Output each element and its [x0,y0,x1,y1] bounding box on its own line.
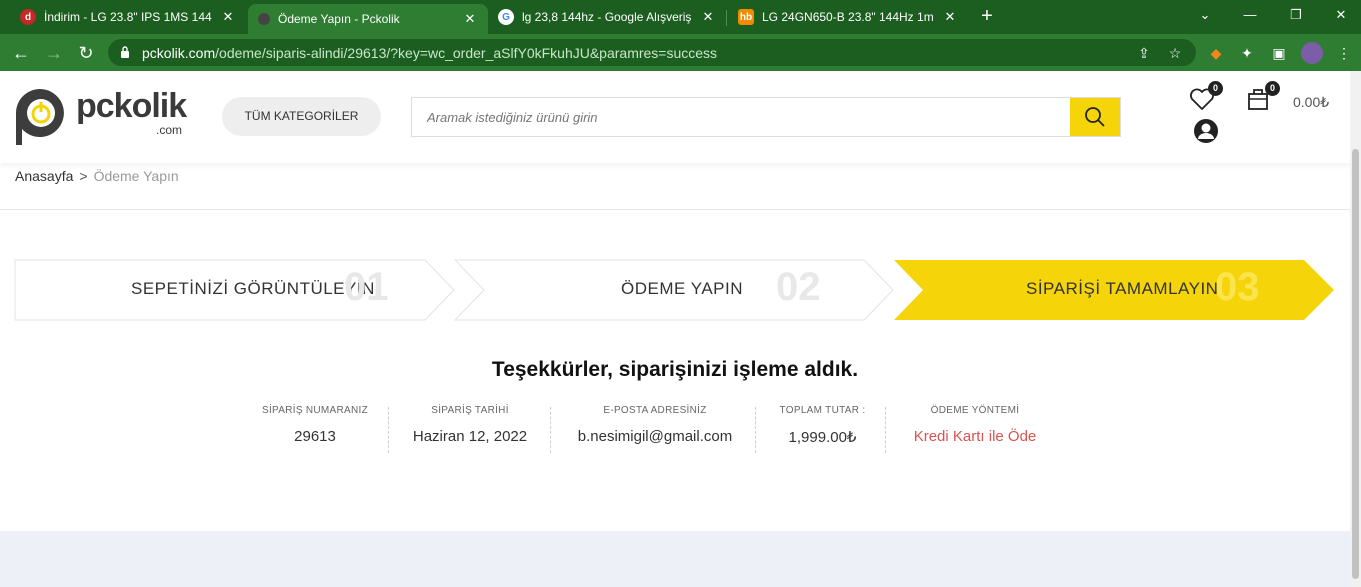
address-bar[interactable]: pckolik.com/odeme/siparis-alindi/29613/?… [108,39,1196,66]
detail-divider [885,407,886,453]
url-text: pckolik.com/odeme/siparis-alindi/29613/?… [142,45,717,61]
pckolik-logo-icon [16,89,64,145]
new-tab-button[interactable]: + [976,5,998,27]
search-input[interactable] [412,98,1072,136]
step-number: 01 [344,265,389,309]
forward-icon[interactable]: → [41,40,67,66]
logo-subtext: .com [156,123,183,137]
breadcrumb: Anasayfa > Ödeme Yapın [15,168,179,184]
detail-label: ÖDEME YÖNTEMİ [930,405,1020,416]
browser-tab-strip: d İndirim - LG 23.8" IPS 1MS 144MHz ✕ Öd… [0,0,1361,34]
browser-toolbar: ← → ↻ pckolik.com/odeme/siparis-alindi/2… [0,34,1361,71]
pckolik-icon [258,13,270,25]
detail-divider [550,407,551,453]
step-label: SİPARİŞİ TAMAMLAYIN [1026,279,1219,298]
detail-label: E-POSTA ADRESİNİZ [603,405,707,416]
lock-icon [121,46,129,58]
tab-title: LG 24GN650-B 23.8" 144Hz 1ms IPS [762,10,934,24]
search-icon [1085,107,1105,127]
cart-count-badge: 0 [1265,81,1280,96]
checkout-steps: SEPETİNİZİ GÖRÜNTÜLEYİN 01 ÖDEME YAPIN 0… [14,259,1336,321]
divider [0,209,1350,210]
detail-divider [755,407,756,453]
detail-value: b.nesimigil@gmail.com [577,428,733,445]
close-tab-icon[interactable]: ✕ [700,9,716,25]
url-path: /odeme/siparis-alindi/29613/?key=wc_orde… [215,45,718,61]
detail-value: Kredi Kartı ile Öde [913,428,1037,445]
payment-method: ÖDEME YÖNTEMİ Kredi Kartı ile Öde [895,405,1055,453]
browser-tab[interactable]: hb LG 24GN650-B 23.8" 144Hz 1ms IPS ✕ [728,0,968,34]
share-icon[interactable]: ⇪ [1134,43,1154,63]
site-logo[interactable]: pckolik .com [14,85,194,149]
page-scrollbar[interactable] [1350,71,1361,587]
breadcrumb-current: Ödeme Yapın [93,168,179,184]
hb-icon: hb [738,9,754,25]
all-categories-button[interactable]: TÜM KATEGORİLER [222,97,381,136]
scrollbar-thumb[interactable] [1352,149,1359,579]
search-box [411,97,1121,137]
logo-text: pckolik [76,87,187,125]
minimize-button[interactable]: — [1227,0,1273,30]
footer-band [0,531,1350,587]
browser-tab[interactable]: G lg 23,8 144hz - Google Alışveriş ✕ [488,0,726,34]
browser-tab[interactable]: d İndirim - LG 23.8" IPS 1MS 144MHz ✕ [10,0,246,34]
close-tab-icon[interactable]: ✕ [942,9,958,25]
extensions-puzzle-icon[interactable]: ✦ [1236,42,1258,64]
order-thanks-heading: Teşekkürler, siparişinizi işleme aldık. [491,358,859,381]
user-account-icon[interactable] [1192,117,1220,145]
restore-button[interactable]: ❐ [1273,0,1319,30]
detail-value: 29613 [294,428,336,445]
detail-value: 1,999.00₺ [788,429,857,446]
reload-icon[interactable]: ↻ [73,40,99,66]
url-host: pckolik.com [142,45,216,61]
tab-title: İndirim - LG 23.8" IPS 1MS 144MHz [44,10,212,24]
tab-title: lg 23,8 144hz - Google Alışveriş [522,10,692,24]
order-email: E-POSTA ADRESİNİZ b.nesimigil@gmail.com [560,405,750,453]
step-label: ÖDEME YAPIN [621,279,744,298]
profile-avatar-icon[interactable] [1301,42,1323,64]
order-date: SİPARİŞ TARİHİ Haziran 12, 2022 [400,405,540,453]
order-number: SİPARİŞ NUMARANIZ 29613 [250,405,380,453]
detail-label: SİPARİŞ TARİHİ [431,405,509,416]
wishlist-count-badge: 0 [1208,81,1223,96]
step-label: SEPETİNİZİ GÖRÜNTÜLEYİN [131,279,375,298]
step-number: 03 [1215,265,1260,309]
tab-separator [726,10,727,26]
browser-tab-active[interactable]: Ödeme Yapın - Pckolik ✕ [248,4,488,34]
cart-total[interactable]: 0.00₺ [1293,94,1329,111]
google-icon: G [498,9,514,25]
close-tab-icon[interactable]: ✕ [220,9,236,25]
metamask-icon[interactable]: ◆ [1205,42,1227,64]
browser-menu-icon[interactable]: ⋮ [1333,42,1355,64]
tab-title: Ödeme Yapın - Pckolik [278,12,400,26]
detail-value: Haziran 12, 2022 [412,428,528,445]
order-total: TOPLAM TUTAR : 1,999.00₺ [765,405,880,453]
red-tag-icon: d [20,9,36,25]
search-button[interactable] [1070,98,1120,136]
detail-label: TOPLAM TUTAR : [779,405,866,416]
back-icon[interactable]: ← [8,40,34,66]
bookmark-star-icon[interactable]: ☆ [1165,43,1185,63]
site-header: pckolik .com TÜM KATEGORİLER 0 0 0.00₺ [0,71,1350,163]
detail-label: SİPARİŞ NUMARANIZ [261,405,369,416]
breadcrumb-separator: > [79,168,88,184]
step-number: 02 [776,265,821,309]
detail-divider [388,407,389,453]
close-window-button[interactable]: ✕ [1318,0,1361,30]
side-panel-icon[interactable]: ▣ [1268,42,1290,64]
close-tab-icon[interactable]: ✕ [462,11,478,27]
breadcrumb-home-link[interactable]: Anasayfa [15,168,73,184]
tab-search-icon[interactable]: ⌄ [1182,0,1228,30]
